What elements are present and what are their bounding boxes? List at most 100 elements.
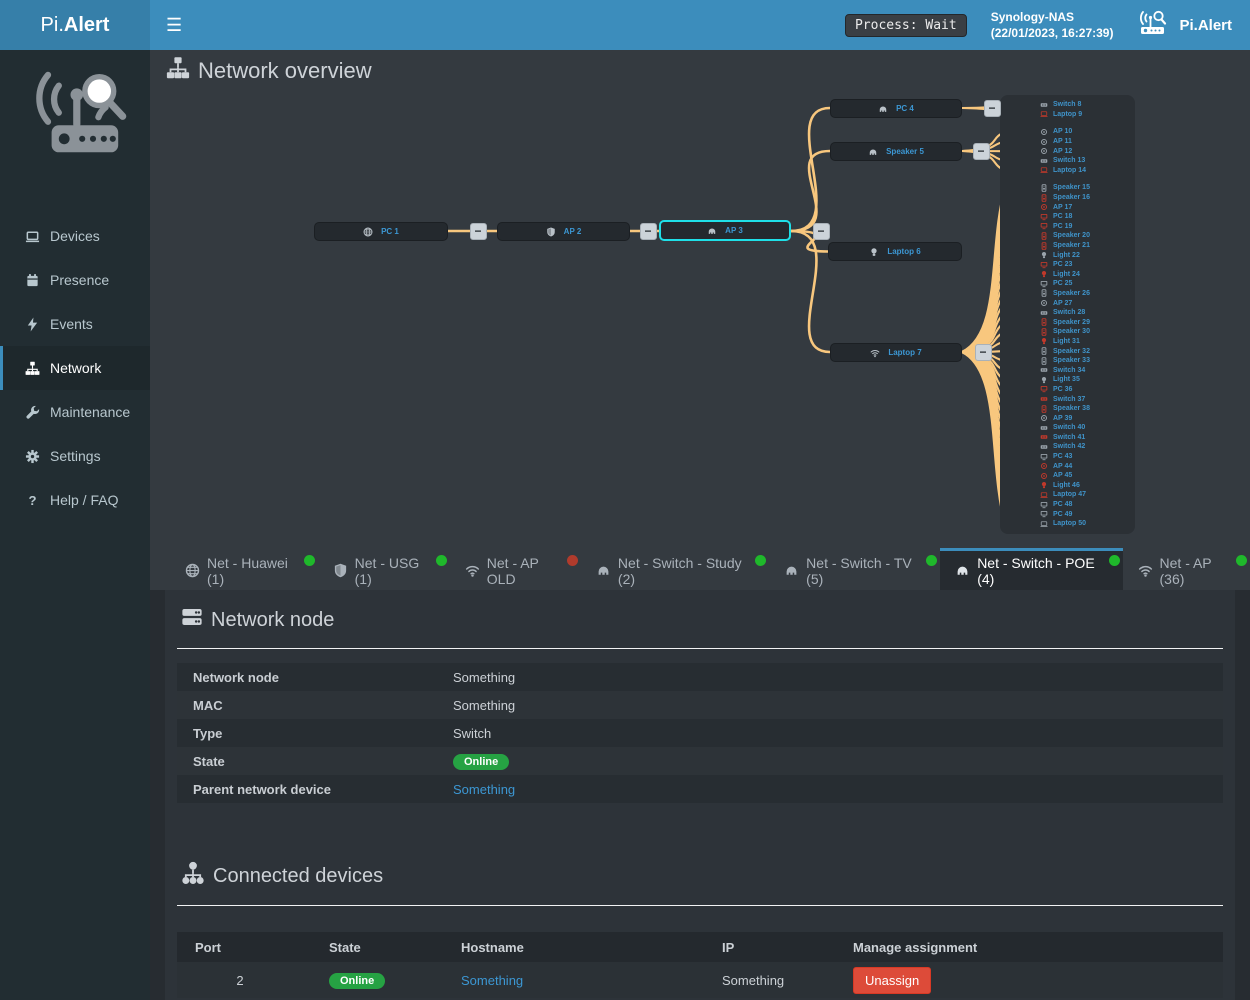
device-list-item[interactable]: Speaker 29 — [1000, 317, 1135, 327]
tab-net-ap-old[interactable]: Net - AP OLD — [450, 548, 581, 590]
sidebar-item-devices[interactable]: Devices — [0, 214, 150, 258]
device-list-item[interactable]: Speaker 16 — [1000, 193, 1135, 203]
device-list-item[interactable]: PC 36 — [1000, 385, 1135, 395]
globe-icon — [185, 563, 200, 578]
connected-devices-heading: Connected devices — [177, 861, 1223, 891]
device-list-item[interactable]: AP 11 — [1000, 137, 1135, 147]
collapse-minus-button[interactable]: − — [973, 143, 990, 160]
collapse-minus-button[interactable]: − — [984, 100, 1001, 117]
topology-node-label: PC 4 — [896, 104, 914, 113]
device-list-item[interactable]: AP 45 — [1000, 471, 1135, 481]
shield-icon — [333, 563, 348, 578]
switch-icon — [1040, 366, 1048, 374]
device-list-item[interactable]: Speaker 32 — [1000, 346, 1135, 356]
sidebar-item-label: Maintenance — [50, 404, 130, 420]
device-list-item[interactable]: PC 43 — [1000, 452, 1135, 462]
device-list-item[interactable]: AP 27 — [1000, 298, 1135, 308]
device-list-label: Speaker 32 — [1053, 348, 1090, 355]
bolt-icon — [24, 317, 41, 332]
sidebar-item-presence[interactable]: Presence — [0, 258, 150, 302]
device-list-item[interactable]: PC 25 — [1000, 279, 1135, 289]
device-list-item[interactable]: Switch 40 — [1000, 423, 1135, 433]
device-list-item[interactable]: Switch 42 — [1000, 442, 1135, 452]
device-list-item[interactable]: Laptop 14 — [1000, 166, 1135, 176]
topology-node-speaker5[interactable]: Speaker 5 — [830, 142, 962, 161]
tab-net-switch-tv-5[interactable]: Net - Switch - TV (5) — [769, 548, 940, 590]
device-list-item[interactable]: Switch 37 — [1000, 394, 1135, 404]
device-list-item[interactable]: Light 46 — [1000, 481, 1135, 491]
network-topology-diagram: Switch 8 Laptop 9 AP 10 AP 11 AP 12 Swit… — [150, 50, 1250, 590]
device-list-item[interactable]: Light 24 — [1000, 270, 1135, 280]
topology-node-laptop7[interactable]: Laptop 7 — [830, 343, 962, 362]
wifi-icon — [465, 563, 480, 578]
node-info-label: Type — [193, 726, 453, 741]
status-dot-green — [755, 555, 766, 566]
device-list-item[interactable]: PC 23 — [1000, 260, 1135, 270]
status-badge: Online — [453, 754, 509, 770]
device-list-item[interactable]: Switch 8 — [1000, 100, 1135, 110]
tab-net-switch-study-2[interactable]: Net - Switch - Study (2) — [581, 548, 769, 590]
app-logo[interactable]: Pi.Alert — [0, 0, 150, 50]
topology-node-pc4[interactable]: PC 4 — [830, 99, 962, 118]
device-list-item[interactable]: Speaker 30 — [1000, 327, 1135, 337]
navbar-brand[interactable]: Pi.Alert — [1137, 10, 1232, 40]
device-list-item[interactable]: Speaker 26 — [1000, 289, 1135, 299]
device-list-item[interactable]: PC 48 — [1000, 500, 1135, 510]
topology-node-ap2[interactable]: AP 2 — [497, 222, 630, 241]
device-list-item[interactable]: Speaker 15 — [1000, 183, 1135, 193]
collapse-minus-button[interactable]: − — [975, 344, 992, 361]
tab-net-huawei-1[interactable]: Net - Huawei (1) — [170, 548, 318, 590]
device-list-item[interactable]: Light 31 — [1000, 337, 1135, 347]
hamburger-menu-icon[interactable]: ☰ — [150, 0, 198, 50]
collapse-minus-button[interactable]: − — [640, 223, 657, 240]
hostname-link[interactable]: Something — [461, 973, 523, 988]
device-list-item[interactable]: Switch 13 — [1000, 156, 1135, 166]
device-list-item[interactable]: Speaker 20 — [1000, 231, 1135, 241]
topology-node-ap3[interactable]: AP 3 — [659, 220, 791, 241]
sidebar-item-settings[interactable]: Settings — [0, 434, 150, 478]
unassign-button[interactable]: Unassign — [853, 967, 931, 994]
sidebar-item-maintenance[interactable]: Maintenance — [0, 390, 150, 434]
sidebar-item-label: Events — [50, 316, 93, 332]
device-list-item[interactable]: Speaker 38 — [1000, 404, 1135, 414]
device-list-item[interactable]: Light 22 — [1000, 250, 1135, 260]
device-list-item[interactable]: Light 35 — [1000, 375, 1135, 385]
device-list-item[interactable]: Laptop 50 — [1000, 519, 1135, 529]
topology-node-pc1[interactable]: PC 1 — [314, 222, 448, 241]
device-list-item[interactable]: PC 19 — [1000, 222, 1135, 232]
node-info-row: Type Switch — [177, 719, 1223, 747]
topology-node-laptop6[interactable]: Laptop 6 — [828, 242, 962, 261]
device-list-item[interactable]: AP 39 — [1000, 413, 1135, 423]
laptop-icon — [1040, 166, 1048, 174]
device-list-item[interactable]: Switch 28 — [1000, 308, 1135, 318]
device-list-item[interactable]: Laptop 9 — [1000, 110, 1135, 120]
device-list-item[interactable]: AP 17 — [1000, 202, 1135, 212]
sidebar-item-help-faq[interactable]: ? Help / FAQ — [0, 478, 150, 522]
device-list-item[interactable]: AP 12 — [1000, 146, 1135, 156]
collapse-minus-button[interactable]: − — [813, 223, 830, 240]
device-list-item[interactable]: Switch 41 — [1000, 433, 1135, 443]
sidebar-item-network[interactable]: Network — [0, 346, 150, 390]
tab-net-ap-36[interactable]: Net - AP (36) — [1123, 548, 1250, 590]
globe-icon — [363, 227, 373, 237]
device-list-label: Speaker 20 — [1053, 232, 1090, 239]
device-list-item[interactable]: PC 49 — [1000, 509, 1135, 519]
device-list-label: Switch 42 — [1053, 443, 1085, 450]
device-list-item[interactable]: PC 18 — [1000, 212, 1135, 222]
sidebar-item-events[interactable]: Events — [0, 302, 150, 346]
device-list-item[interactable]: Speaker 21 — [1000, 241, 1135, 251]
device-list-item[interactable]: Laptop 47 — [1000, 490, 1135, 500]
device-list-label: PC 19 — [1053, 223, 1072, 230]
collapse-minus-button[interactable]: − — [470, 223, 487, 240]
tab-net-usg-1[interactable]: Net - USG (1) — [318, 548, 450, 590]
laptop-icon — [1040, 491, 1048, 499]
device-list-label: Light 24 — [1053, 271, 1080, 278]
device-list-item[interactable]: Switch 34 — [1000, 365, 1135, 375]
device-list-item[interactable]: AP 44 — [1000, 461, 1135, 471]
network-node-tabs: Net - Huawei (1) Net - USG (1) Net - AP … — [170, 548, 1250, 590]
device-list-label: AP 44 — [1053, 463, 1072, 470]
device-list-item[interactable]: AP 10 — [1000, 127, 1135, 137]
device-list-item[interactable]: Speaker 33 — [1000, 356, 1135, 366]
tab-net-switch-poe-4[interactable]: Net - Switch - POE (4) — [940, 548, 1122, 590]
parent-device-link[interactable]: Something — [453, 782, 515, 797]
